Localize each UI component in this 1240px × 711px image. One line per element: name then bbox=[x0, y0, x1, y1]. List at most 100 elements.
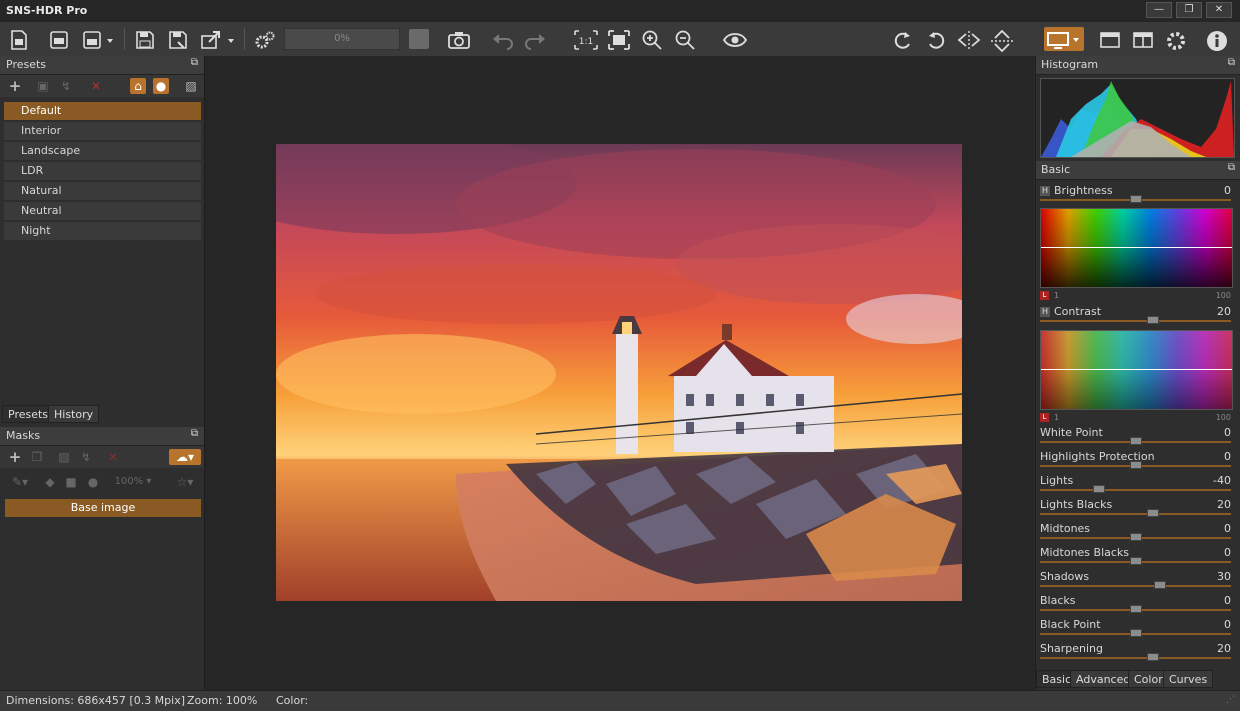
preset-item[interactable]: LDR bbox=[4, 162, 201, 180]
tab-history[interactable]: History bbox=[48, 405, 100, 423]
delete-mask-icon[interactable]: ✕ bbox=[105, 449, 121, 465]
white-point-slider[interactable]: White Point 0 bbox=[1036, 424, 1240, 448]
user-presets-icon[interactable]: ● bbox=[153, 78, 169, 94]
zoom-in-icon[interactable] bbox=[639, 27, 665, 51]
update-preset-icon[interactable]: ↯ bbox=[58, 78, 74, 94]
ellipse-tool-icon[interactable]: ● bbox=[85, 474, 101, 490]
camera-icon[interactable] bbox=[446, 27, 472, 51]
base-image-layer[interactable]: Base image bbox=[5, 499, 201, 517]
preset-item[interactable]: Default bbox=[4, 102, 201, 120]
fill-bucket-icon[interactable]: ◆ bbox=[42, 474, 58, 490]
lights-blacks-slider[interactable]: Lights Blacks 20 bbox=[1036, 496, 1240, 520]
midtones-slider[interactable]: Midtones 0 bbox=[1036, 520, 1240, 544]
slider-track bbox=[1040, 320, 1231, 322]
stop-button[interactable] bbox=[409, 29, 429, 49]
maximize-button[interactable]: ❐ bbox=[1176, 2, 1202, 18]
preferences-gear-icon[interactable] bbox=[1163, 27, 1189, 51]
slider-label: White Point bbox=[1040, 426, 1103, 439]
save-preset-icon[interactable]: ▣ bbox=[35, 78, 51, 94]
hdr-preview-image[interactable] bbox=[276, 144, 962, 601]
presets-toolbar: + ▣ ↯ ✕ ⌂ ● ▨ bbox=[0, 75, 204, 97]
tab-curves[interactable]: Curves bbox=[1163, 670, 1214, 688]
preview-eye-icon[interactable] bbox=[722, 27, 748, 51]
home-presets-icon[interactable]: ⌂ bbox=[130, 78, 146, 94]
slider-knob[interactable] bbox=[1146, 316, 1159, 324]
close-button[interactable]: ✕ bbox=[1206, 2, 1232, 18]
preset-item[interactable]: Night bbox=[4, 222, 201, 240]
midtones-blacks-slider[interactable]: Midtones Blacks 0 bbox=[1036, 544, 1240, 568]
preset-item[interactable]: Natural bbox=[4, 182, 201, 200]
redo-icon[interactable] bbox=[522, 27, 548, 51]
add-mask-icon[interactable]: + bbox=[7, 449, 23, 465]
hue-mode-icon[interactable]: H bbox=[1040, 186, 1050, 196]
luminance-badge[interactable]: L bbox=[1040, 291, 1049, 300]
zoom-out-icon[interactable] bbox=[672, 27, 698, 51]
delete-preset-icon[interactable]: ✕ bbox=[88, 78, 104, 94]
lights-slider[interactable]: Lights -40 bbox=[1036, 472, 1240, 496]
slider-knob[interactable] bbox=[1129, 437, 1142, 445]
mask-shape-dropdown-icon[interactable]: ☁▾ bbox=[169, 449, 201, 465]
brush-dropdown-icon[interactable]: ✎▾ bbox=[7, 474, 33, 490]
flip-vertical-icon[interactable] bbox=[989, 27, 1015, 52]
black-point-slider[interactable]: Black Point 0 bbox=[1036, 616, 1240, 640]
star-dropdown-icon[interactable]: ☆▾ bbox=[170, 474, 200, 490]
mask-opacity-dropdown[interactable]: 100% ▾ bbox=[110, 474, 156, 490]
slider-track bbox=[1040, 489, 1231, 491]
minimize-button[interactable]: — bbox=[1146, 2, 1172, 18]
undock-icon[interactable]: ⧉ bbox=[191, 428, 198, 439]
slider-knob[interactable] bbox=[1129, 557, 1142, 565]
settings-gears-icon[interactable] bbox=[252, 27, 278, 51]
update-mask-icon[interactable]: ↯ bbox=[78, 449, 94, 465]
luminance-badge[interactable]: L bbox=[1040, 413, 1049, 422]
blacks-slider[interactable]: Blacks 0 bbox=[1036, 592, 1240, 616]
mask-image-icon[interactable]: ▨ bbox=[56, 449, 72, 465]
resize-grip-icon[interactable]: ⋰ bbox=[1226, 695, 1235, 705]
slider-knob[interactable] bbox=[1146, 509, 1159, 517]
slider-knob[interactable] bbox=[1129, 629, 1142, 637]
save-sns-dropdown-icon[interactable] bbox=[80, 27, 118, 51]
slider-knob[interactable] bbox=[1129, 605, 1142, 613]
slider-knob[interactable] bbox=[1129, 461, 1142, 469]
rotate-counterclockwise-icon[interactable] bbox=[923, 27, 949, 51]
preset-item[interactable]: Neutral bbox=[4, 202, 201, 220]
open-file-icon[interactable] bbox=[6, 27, 32, 51]
fit-to-screen-icon[interactable] bbox=[606, 27, 632, 51]
contrast-slider[interactable]: H Contrast 20 bbox=[1036, 303, 1240, 327]
undock-icon[interactable]: ⧉ bbox=[1228, 57, 1235, 68]
highlights-protection-slider[interactable]: Highlights Protection 0 bbox=[1036, 448, 1240, 472]
sharpening-slider[interactable]: Sharpening 20 bbox=[1036, 640, 1240, 664]
preset-item[interactable]: Interior bbox=[4, 122, 201, 140]
info-icon[interactable] bbox=[1204, 27, 1230, 51]
undock-icon[interactable]: ⧉ bbox=[1228, 162, 1235, 173]
save-as-icon[interactable] bbox=[165, 27, 191, 51]
slider-knob[interactable] bbox=[1146, 653, 1159, 661]
slider-knob[interactable] bbox=[1129, 195, 1142, 203]
export-dropdown-icon[interactable] bbox=[198, 27, 238, 51]
display-mode-dropdown-icon[interactable] bbox=[1044, 27, 1084, 51]
tab-presets[interactable]: Presets bbox=[2, 405, 55, 423]
rotate-clockwise-icon[interactable] bbox=[890, 27, 916, 51]
open-sns-project-icon[interactable] bbox=[46, 27, 72, 51]
tab-advanced[interactable]: Advanced bbox=[1070, 670, 1137, 688]
flip-horizontal-icon[interactable] bbox=[956, 27, 982, 51]
slider-knob[interactable] bbox=[1093, 485, 1106, 493]
image-presets-icon[interactable]: ▨ bbox=[183, 78, 199, 94]
brightness-hue-curve[interactable] bbox=[1040, 208, 1233, 288]
duplicate-mask-icon[interactable]: ❐ bbox=[29, 449, 45, 465]
shadows-slider[interactable]: Shadows 30 bbox=[1036, 568, 1240, 592]
save-icon[interactable] bbox=[132, 27, 158, 51]
add-preset-icon[interactable]: + bbox=[7, 78, 23, 94]
status-zoom: Zoom: 100% bbox=[187, 694, 258, 707]
layout-single-icon[interactable] bbox=[1097, 27, 1123, 51]
slider-knob[interactable] bbox=[1129, 533, 1142, 541]
brightness-slider[interactable]: H Brightness 0 bbox=[1036, 182, 1240, 206]
hue-mode-icon[interactable]: H bbox=[1040, 307, 1050, 317]
slider-knob[interactable] bbox=[1154, 581, 1167, 589]
layout-split-icon[interactable] bbox=[1130, 27, 1156, 51]
contrast-hue-curve[interactable] bbox=[1040, 330, 1233, 410]
rectangle-tool-icon[interactable]: ■ bbox=[63, 474, 79, 490]
undo-icon[interactable] bbox=[490, 27, 516, 51]
undock-icon[interactable]: ⧉ bbox=[191, 57, 198, 68]
preset-item[interactable]: Landscape bbox=[4, 142, 201, 160]
zoom-actual-size-icon[interactable]: 1:1 bbox=[573, 27, 599, 51]
